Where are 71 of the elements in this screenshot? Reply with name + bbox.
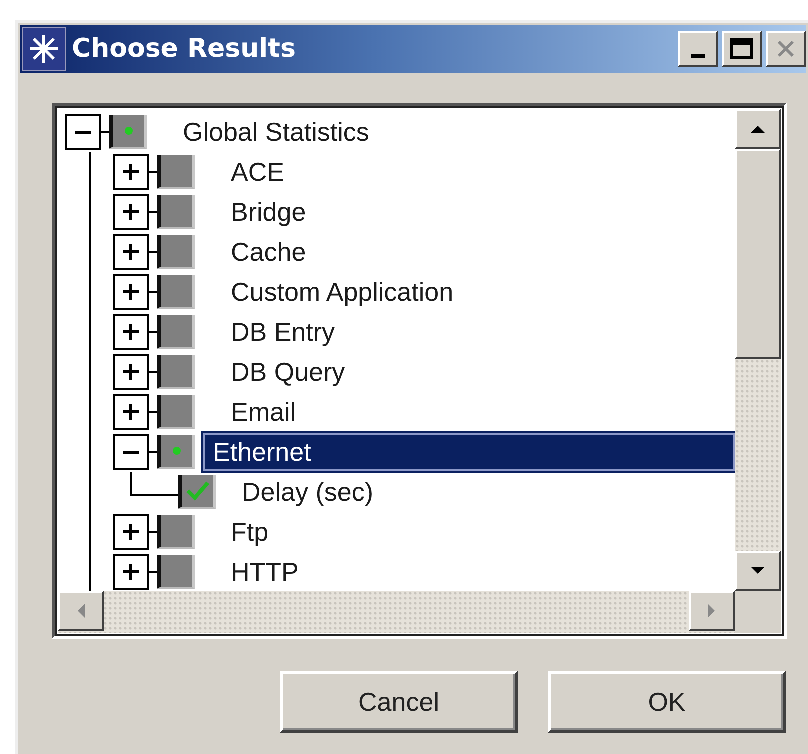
tree-item[interactable]: DB Query	[221, 353, 356, 391]
tree-item[interactable]: Bridge	[221, 193, 316, 231]
checkbox[interactable]	[178, 475, 216, 509]
tree-item[interactable]: Cache	[221, 233, 316, 271]
cancel-button[interactable]: Cancel	[280, 671, 518, 733]
vertical-scrollbar[interactable]	[735, 109, 781, 591]
maximize-icon	[730, 38, 754, 60]
expand-toggle[interactable]	[113, 354, 149, 390]
status-box-icon[interactable]	[157, 275, 195, 309]
tree-item[interactable]: DB Entry	[221, 313, 346, 351]
expand-toggle[interactable]	[113, 394, 149, 430]
expand-toggle[interactable]	[113, 154, 149, 190]
plus-icon	[123, 564, 139, 580]
status-box-icon[interactable]	[157, 355, 195, 389]
plus-icon	[123, 284, 139, 300]
scroll-thumb[interactable]	[735, 149, 781, 359]
tree-item[interactable]: Global Statistics	[173, 113, 380, 151]
check-icon	[184, 479, 210, 503]
plus-icon	[123, 404, 139, 420]
left-arrow-icon	[76, 603, 86, 619]
status-box-icon[interactable]	[157, 555, 195, 589]
status-box-icon[interactable]	[157, 315, 195, 349]
expand-toggle[interactable]	[113, 274, 149, 310]
up-arrow-icon	[750, 124, 766, 134]
expand-toggle[interactable]	[65, 114, 101, 150]
plus-icon	[123, 524, 139, 540]
expand-toggle[interactable]	[113, 234, 149, 270]
plus-icon	[123, 164, 139, 180]
plus-icon	[123, 204, 139, 220]
sparkle-icon	[22, 27, 66, 71]
tree-item[interactable]: Delay (sec)	[232, 473, 384, 511]
scrollbar-corner	[735, 591, 781, 633]
tree-item[interactable]: Ftp	[221, 513, 279, 551]
expand-toggle[interactable]	[113, 554, 149, 590]
ok-button[interactable]: OK	[548, 671, 786, 733]
right-arrow-icon	[707, 603, 717, 619]
expand-toggle[interactable]	[113, 514, 149, 550]
status-box-icon[interactable]	[157, 155, 195, 189]
scroll-left-button[interactable]	[58, 591, 104, 631]
close-button[interactable]	[766, 31, 806, 67]
horizontal-scrollbar[interactable]	[58, 591, 735, 633]
minus-icon	[75, 130, 91, 134]
plus-icon	[123, 244, 139, 260]
scroll-up-button[interactable]	[735, 109, 781, 149]
status-box-icon[interactable]	[157, 515, 195, 549]
tree-item[interactable]: Email	[221, 393, 306, 431]
minimize-button[interactable]	[678, 31, 718, 67]
tree-item[interactable]: Ethernet	[203, 433, 735, 471]
status-box-icon[interactable]	[157, 235, 195, 269]
dot-icon	[172, 446, 182, 456]
scroll-right-button[interactable]	[689, 591, 735, 631]
expand-toggle[interactable]	[113, 194, 149, 230]
status-box-icon[interactable]	[157, 435, 195, 469]
minus-icon	[123, 450, 139, 454]
maximize-button[interactable]	[722, 31, 762, 67]
tree-item[interactable]: Custom Application	[221, 273, 464, 311]
status-box-icon[interactable]	[109, 115, 147, 149]
minimize-icon	[691, 54, 705, 58]
dot-icon	[124, 126, 134, 136]
tree-item[interactable]: ACE	[221, 153, 294, 191]
scroll-down-button[interactable]	[735, 551, 781, 591]
plus-icon	[123, 324, 139, 340]
tree-item[interactable]: HTTP	[221, 553, 309, 591]
down-arrow-icon	[750, 566, 766, 576]
status-box-icon[interactable]	[157, 395, 195, 429]
status-box-icon[interactable]	[157, 195, 195, 229]
window-title: Choose Results	[72, 34, 297, 64]
close-icon	[775, 38, 797, 60]
plus-icon	[123, 364, 139, 380]
expand-toggle[interactable]	[113, 434, 149, 470]
expand-toggle[interactable]	[113, 314, 149, 350]
